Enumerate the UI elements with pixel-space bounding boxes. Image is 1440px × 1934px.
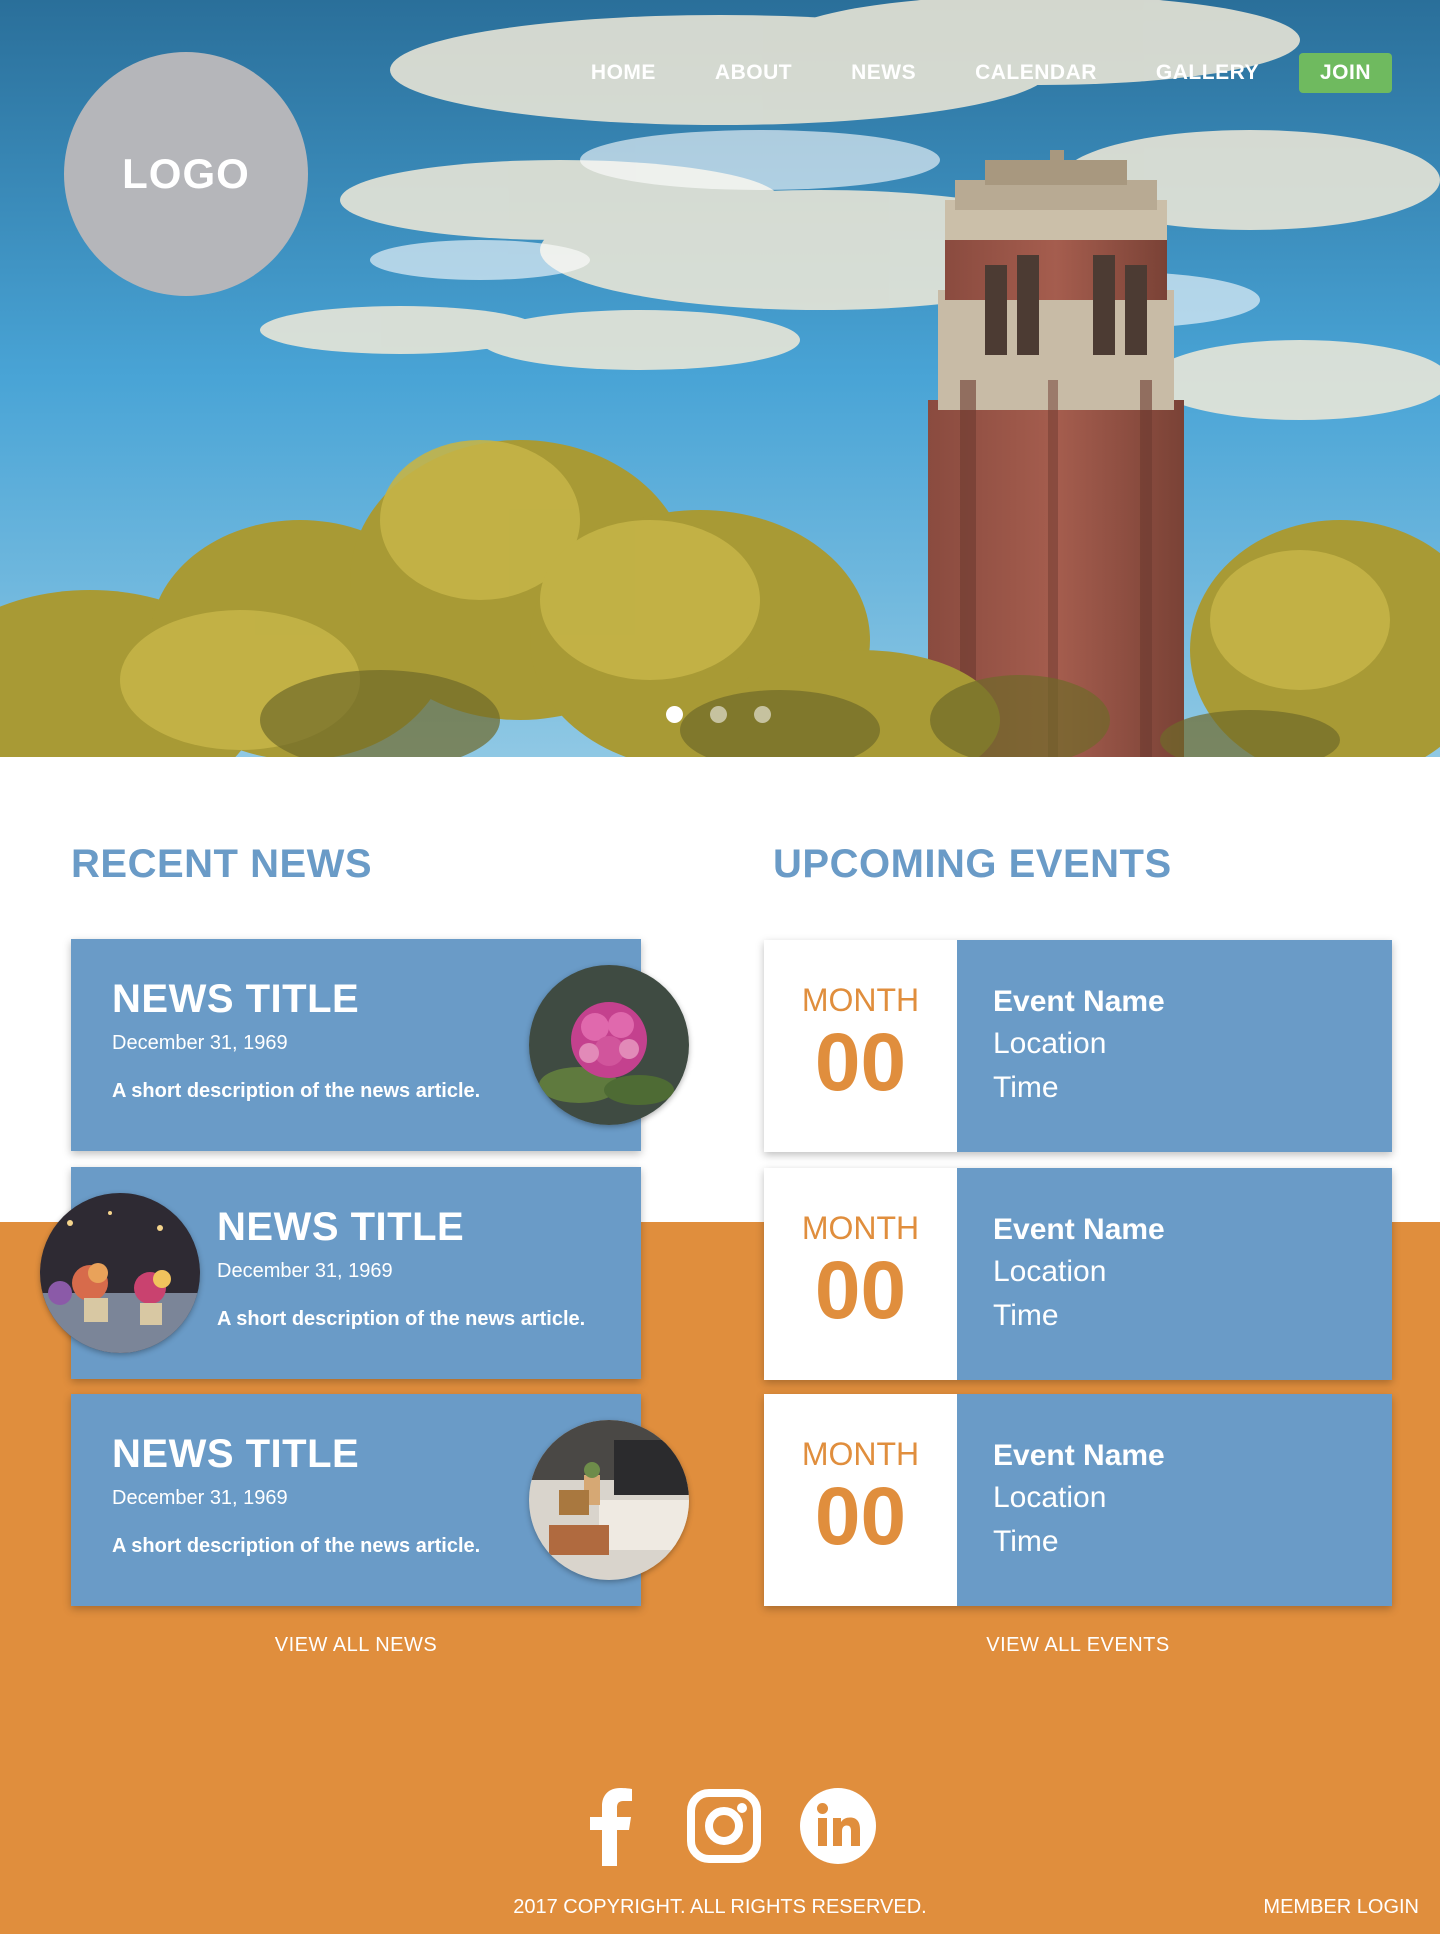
hero-banner: LOGO HOME ABOUT NEWS CALENDAR GALLERY JO… xyxy=(0,0,1440,757)
carousel-dots xyxy=(666,706,798,723)
copyright-text: 2017 COPYRIGHT. ALL RIGHTS RESERVED. xyxy=(513,1896,927,1918)
event-info: Event Name Location Time xyxy=(993,982,1165,1110)
event-month: MONTH xyxy=(801,1436,920,1472)
table-decor-image xyxy=(40,1193,200,1353)
instagram-icon[interactable] xyxy=(684,1786,764,1866)
news-text: NEWS TITLE December 31, 1969 A short des… xyxy=(112,977,480,1103)
page: LOGO HOME ABOUT NEWS CALENDAR GALLERY JO… xyxy=(0,0,1440,1934)
event-day: 00 xyxy=(814,1471,907,1562)
logo-text: LOGO xyxy=(122,150,250,197)
flower-image xyxy=(529,965,689,1125)
event-date: MONTH 00 xyxy=(764,1394,957,1606)
main-nav: HOME ABOUT NEWS CALENDAR GALLERY JOIN xyxy=(532,53,1392,93)
event-location: Location xyxy=(993,1255,1107,1288)
news-thumbnail-desk[interactable] xyxy=(529,1420,689,1580)
carousel-dot-1[interactable] xyxy=(666,706,683,723)
news-date: December 31, 1969 xyxy=(217,1260,393,1282)
news-title: NEWS TITLE xyxy=(217,1205,465,1249)
event-time: Time xyxy=(993,1299,1059,1332)
event-day: 00 xyxy=(814,1245,907,1336)
event-date: MONTH 00 xyxy=(764,940,957,1152)
news-text: NEWS TITLE December 31, 1969 A short des… xyxy=(217,1205,585,1331)
event-card[interactable]: MONTH 00 Event Name Location Time xyxy=(764,1168,1392,1380)
news-text: NEWS TITLE December 31, 1969 A short des… xyxy=(112,1432,480,1558)
facebook-icon[interactable] xyxy=(570,1786,650,1866)
news-description: A short description of the news article. xyxy=(217,1308,586,1330)
event-month: MONTH xyxy=(801,982,920,1018)
event-info: Event Name Location Time xyxy=(993,1210,1165,1338)
event-location: Location xyxy=(993,1481,1107,1514)
event-name: Event Name xyxy=(993,1439,1165,1472)
event-date: MONTH 00 xyxy=(764,1168,957,1380)
event-name: Event Name xyxy=(993,985,1165,1018)
carousel-dot-3[interactable] xyxy=(754,706,771,723)
view-all-events-link[interactable]: VIEW ALL EVENTS xyxy=(764,1634,1392,1657)
news-title: NEWS TITLE xyxy=(112,977,360,1021)
nav-item-calendar[interactable]: CALENDAR xyxy=(975,53,1097,93)
event-time: Time xyxy=(993,1071,1059,1104)
news-description: A short description of the news article. xyxy=(112,1535,481,1557)
news-description: A short description of the news article. xyxy=(112,1080,481,1102)
recent-news-heading: RECENT NEWS xyxy=(71,842,373,886)
event-month: MONTH xyxy=(801,1210,920,1246)
join-button[interactable]: JOIN xyxy=(1298,53,1392,93)
upcoming-events-heading: UPCOMING EVENTS xyxy=(773,842,1172,886)
event-day: 00 xyxy=(814,1017,907,1108)
nav-item-about[interactable]: ABOUT xyxy=(715,53,792,93)
event-card[interactable]: MONTH 00 Event Name Location Time xyxy=(764,940,1392,1152)
news-thumbnail-flower[interactable] xyxy=(529,965,689,1125)
news-title: NEWS TITLE xyxy=(112,1432,360,1476)
event-name: Event Name xyxy=(993,1213,1165,1246)
nav-item-gallery[interactable]: GALLERY xyxy=(1156,53,1259,93)
event-location: Location xyxy=(993,1027,1107,1060)
nav-item-news[interactable]: NEWS xyxy=(851,53,916,93)
event-info: Event Name Location Time xyxy=(993,1436,1165,1564)
nav-item-home[interactable]: HOME xyxy=(591,53,656,93)
social-links xyxy=(570,1786,912,1866)
carousel-dot-2[interactable] xyxy=(710,706,727,723)
news-thumbnail-table[interactable] xyxy=(40,1193,200,1353)
news-date: December 31, 1969 xyxy=(112,1487,288,1509)
linkedin-icon[interactable] xyxy=(798,1786,878,1866)
desk-image xyxy=(529,1420,689,1580)
member-login-link[interactable]: MEMBER LOGIN xyxy=(1263,1896,1419,1919)
view-all-news-link[interactable]: VIEW ALL NEWS xyxy=(71,1634,641,1657)
logo[interactable]: LOGO xyxy=(64,52,308,296)
event-time: Time xyxy=(993,1525,1059,1558)
news-date: December 31, 1969 xyxy=(112,1032,288,1054)
event-card[interactable]: MONTH 00 Event Name Location Time xyxy=(764,1394,1392,1606)
